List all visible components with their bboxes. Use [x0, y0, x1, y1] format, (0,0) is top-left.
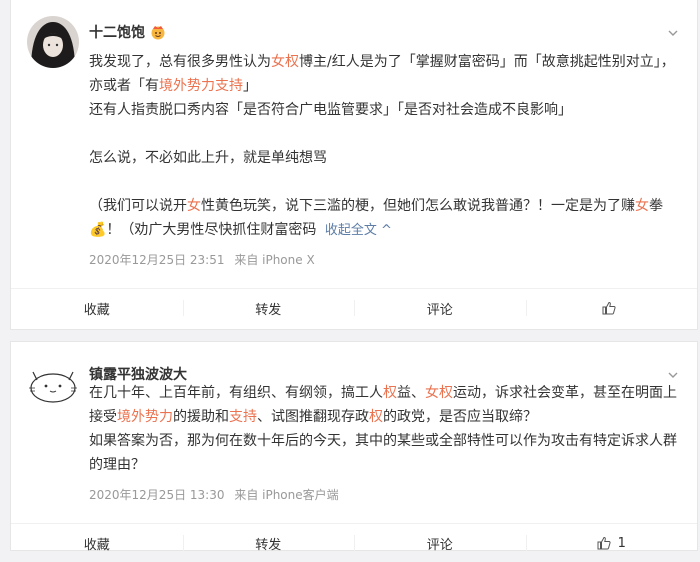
- favorite-button[interactable]: 收藏: [11, 524, 183, 562]
- text-segment: 怎么说，不必如此上升，就是单纯想骂: [89, 150, 327, 166]
- avatar[interactable]: [27, 358, 79, 410]
- thumbs-up-icon: [597, 536, 611, 550]
- crown-emoji-icon: [150, 24, 166, 40]
- paragraph: 在几十年、上百年前，有组织、有纲领，搞工人权益、女权运动，诉求社会变革，甚至在明…: [89, 381, 679, 429]
- avatar-image: [27, 16, 79, 68]
- paragraph: 怎么说，不必如此上升，就是单纯想骂: [89, 146, 679, 170]
- avatar-image: [27, 358, 79, 410]
- favorite-label: 收藏: [83, 537, 110, 553]
- comment-label: 评论: [426, 302, 453, 318]
- favorite-label: 收藏: [83, 302, 110, 318]
- post-content: 在几十年、上百年前，有组织、有纲领，搞工人权益、女权运动，诉求社会变革，甚至在明…: [89, 381, 679, 477]
- favorite-button[interactable]: 收藏: [11, 289, 183, 327]
- text-segment: （我们可以说开: [89, 198, 187, 214]
- comment-label: 评论: [426, 537, 453, 553]
- post-meta: 2020年12月25日 23:51 来自 iPhone X: [89, 251, 315, 268]
- text-segment: 的援助和: [173, 409, 229, 425]
- repost-label: 转发: [255, 537, 282, 553]
- post-time[interactable]: 2020年12月25日 23:51: [89, 253, 224, 267]
- thumbs-up-icon: [602, 301, 616, 315]
- repost-label: 转发: [255, 302, 282, 318]
- weibo-card: 镇露平独波波大 在几十年、上百年前，有组织、有纲领，搞工人权益、女权运动，诉求社…: [10, 341, 698, 553]
- chevron-down-icon[interactable]: [667, 366, 679, 378]
- text-segment: 我发现了，总有很多男性认为: [89, 54, 271, 70]
- repost-button[interactable]: 转发: [182, 524, 355, 562]
- keyword-highlight: 支持: [229, 409, 257, 425]
- collapse-full-text-link[interactable]: 收起全文 ^: [325, 223, 392, 238]
- paragraph: [89, 170, 679, 194]
- keyword-highlight: 境外势力: [117, 409, 173, 425]
- comment-button[interactable]: 评论: [354, 289, 526, 327]
- post-time[interactable]: 2020年12月25日 13:30: [89, 488, 224, 502]
- chevron-down-icon[interactable]: [667, 24, 679, 36]
- keyword-highlight: 女权: [271, 54, 299, 70]
- like-button[interactable]: 1: [525, 524, 698, 562]
- author-name-text: 十二饱饱: [89, 25, 145, 41]
- keyword-highlight: 女: [635, 198, 649, 214]
- text-segment: 在几十年、上百年前，有组织、有纲领，搞工人: [89, 385, 383, 401]
- post-source: 来自 iPhone X: [234, 253, 315, 267]
- action-bar: 收藏 转发 评论 1: [11, 523, 697, 562]
- paragraph: 如果答案为否，那为何在数十年后的今天，其中的某些或全部特性可以作为攻击有特定诉求…: [89, 429, 679, 477]
- paragraph: [89, 122, 679, 146]
- paragraph: 我发现了，总有很多男性认为女权博主/红人是为了「掌握财富密码」而「故意挑起性别对…: [89, 50, 679, 98]
- avatar[interactable]: [27, 16, 79, 68]
- weibo-card: 十二饱饱 我发现了，总有很多男性认为女权博主/红人是为了「掌握财富密码」而「故意…: [10, 0, 698, 330]
- text-segment: 」: [243, 78, 257, 94]
- keyword-highlight: 权: [383, 385, 397, 401]
- text-segment: 益、: [397, 385, 425, 401]
- paragraph: （我们可以说开女性黄色玩笑，说下三滥的梗，但她们怎么敢说我普通？！一定是为了赚女…: [89, 194, 679, 243]
- keyword-highlight: 权: [369, 409, 383, 425]
- keyword-highlight: 女权: [425, 385, 453, 401]
- text-segment: 的政党，是否应当取缔？: [383, 409, 537, 425]
- paragraph: 还有人指责脱口秀内容「是否符合广电监管要求」「是否对社会造成不良影响」: [89, 98, 679, 122]
- keyword-highlight: 女: [187, 198, 201, 214]
- like-button[interactable]: [525, 289, 698, 327]
- like-count: 1: [617, 535, 626, 551]
- text-segment: 如果答案为否，那为何在数十年后的今天，其中的某些或全部特性可以作为攻击有特定诉求…: [89, 433, 677, 473]
- action-bar: 收藏 转发 评论: [11, 288, 697, 327]
- text-segment: 、试图推翻现存政: [257, 409, 369, 425]
- post-content: 我发现了，总有很多男性认为女权博主/红人是为了「掌握财富密码」而「故意挑起性别对…: [89, 50, 679, 243]
- author-name[interactable]: 十二饱饱: [89, 22, 166, 42]
- post-source: 来自 iPhone客户端: [234, 488, 339, 502]
- text-segment: 还有人指责脱口秀内容「是否符合广电监管要求」「是否对社会造成不良影响」: [89, 102, 572, 118]
- comment-button[interactable]: 评论: [354, 524, 526, 562]
- text-segment: 性黄色玩笑，说下三滥的梗，但她们怎么敢说我普通？！一定是为了赚: [201, 198, 635, 214]
- keyword-highlight: 境外势力支持: [159, 78, 243, 94]
- post-meta: 2020年12月25日 13:30 来自 iPhone客户端: [89, 486, 339, 503]
- repost-button[interactable]: 转发: [182, 289, 355, 327]
